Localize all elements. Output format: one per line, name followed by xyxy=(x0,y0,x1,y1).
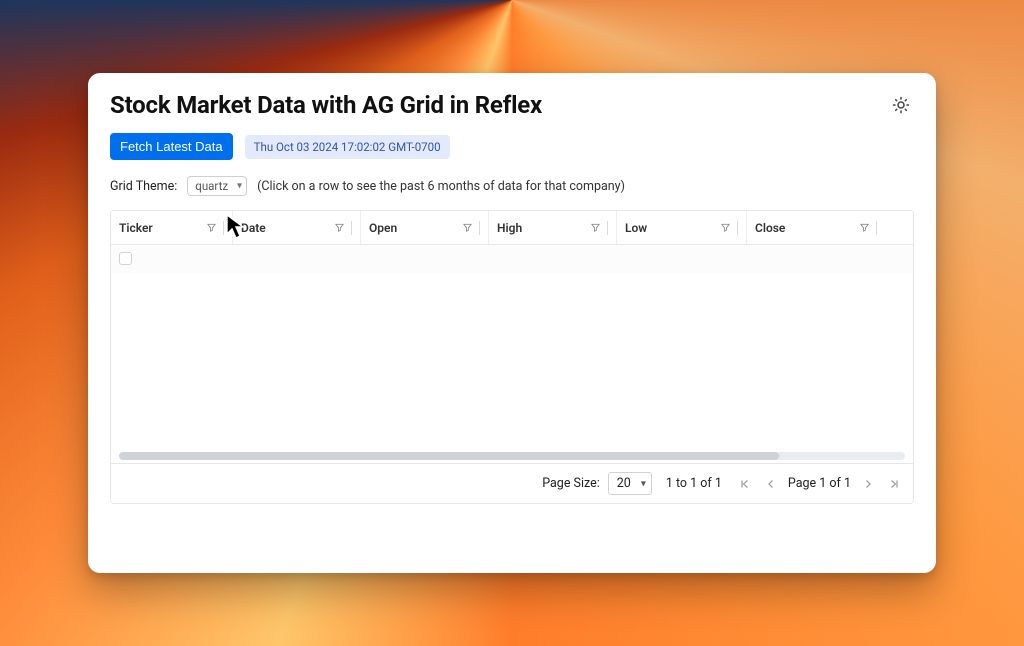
divider-icon xyxy=(607,221,608,235)
column-menu-button[interactable] xyxy=(590,221,608,235)
caret-down-icon: ▾ xyxy=(641,478,646,489)
divider-icon xyxy=(876,221,877,235)
filter-icon xyxy=(720,222,731,233)
grid-footer: Page Size: 20 ▾ 1 to 1 of 1 Page 1 of 1 xyxy=(111,463,913,503)
column-menu-button[interactable] xyxy=(334,221,352,235)
title-row: Stock Market Data with AG Grid in Reflex xyxy=(110,91,914,119)
app-window: Stock Market Data with AG Grid in Reflex… xyxy=(88,73,936,573)
filter-icon xyxy=(590,222,601,233)
filter-icon xyxy=(334,222,345,233)
page-size-value: 20 xyxy=(617,476,631,491)
column-menu-button[interactable] xyxy=(720,221,738,235)
last-page-button[interactable] xyxy=(885,475,903,493)
grid-body[interactable] xyxy=(111,273,913,451)
sun-icon xyxy=(892,96,910,114)
fetch-latest-data-button[interactable]: Fetch Latest Data xyxy=(110,133,233,160)
page-of-text: Page 1 of 1 xyxy=(788,476,851,491)
select-all-checkbox[interactable] xyxy=(119,252,132,265)
scroll-track xyxy=(119,452,905,460)
pager-buttons: Page 1 of 1 xyxy=(736,475,903,493)
filter-icon xyxy=(859,222,870,233)
chevron-right-icon xyxy=(862,478,874,490)
column-header-close[interactable]: Close xyxy=(747,211,885,244)
column-header-date[interactable]: Date xyxy=(233,211,361,244)
page-size-label: Page Size: xyxy=(542,476,600,491)
grid-hint-text: (Click on a row to see the past 6 months… xyxy=(257,179,625,194)
column-menu-button[interactable] xyxy=(206,221,224,235)
filter-icon xyxy=(462,222,473,233)
row-range-text: 1 to 1 of 1 xyxy=(666,476,722,491)
column-header-open[interactable]: Open xyxy=(361,211,489,244)
grid-theme-select[interactable]: quartz ▾ xyxy=(187,176,247,196)
timestamp-badge: Thu Oct 03 2024 17:02:02 GMT-0700 xyxy=(245,135,450,159)
divider-icon xyxy=(223,221,224,235)
select-all-row xyxy=(111,245,913,273)
chevron-down-icon: ▾ xyxy=(237,181,242,192)
column-header-high[interactable]: High xyxy=(489,211,617,244)
column-menu-button[interactable] xyxy=(859,221,877,235)
first-page-button[interactable] xyxy=(736,475,754,493)
page-size-select[interactable]: 20 ▾ xyxy=(608,472,652,495)
grid-header-row: Ticker Date Open xyxy=(111,211,913,245)
column-label: Ticker xyxy=(119,221,153,235)
first-page-icon xyxy=(739,478,751,490)
horizontal-scrollbar[interactable] xyxy=(111,451,913,463)
divider-icon xyxy=(479,221,480,235)
theme-toggle-button[interactable] xyxy=(888,92,914,118)
data-grid: Ticker Date Open xyxy=(110,210,914,504)
scroll-thumb[interactable] xyxy=(119,452,779,460)
column-menu-button[interactable] xyxy=(462,221,480,235)
theme-row: Grid Theme: quartz ▾ (Click on a row to … xyxy=(110,176,914,196)
column-label: Low xyxy=(625,221,647,235)
last-page-icon xyxy=(888,478,900,490)
page-size-control: Page Size: 20 ▾ xyxy=(542,472,652,495)
filter-icon xyxy=(206,222,217,233)
column-label: Close xyxy=(755,221,785,235)
grid-theme-label: Grid Theme: xyxy=(110,179,177,194)
column-label: Date xyxy=(241,221,266,235)
column-label: High xyxy=(497,221,522,235)
column-header-low[interactable]: Low xyxy=(617,211,747,244)
toolbar: Fetch Latest Data Thu Oct 03 2024 17:02:… xyxy=(110,133,914,160)
prev-page-button[interactable] xyxy=(762,475,780,493)
divider-icon xyxy=(351,221,352,235)
next-page-button[interactable] xyxy=(859,475,877,493)
divider-icon xyxy=(737,221,738,235)
column-label: Open xyxy=(369,221,397,235)
chevron-left-icon xyxy=(765,478,777,490)
grid-theme-value: quartz xyxy=(195,179,228,193)
page-title: Stock Market Data with AG Grid in Reflex xyxy=(110,91,542,119)
column-header-ticker[interactable]: Ticker xyxy=(111,211,233,244)
